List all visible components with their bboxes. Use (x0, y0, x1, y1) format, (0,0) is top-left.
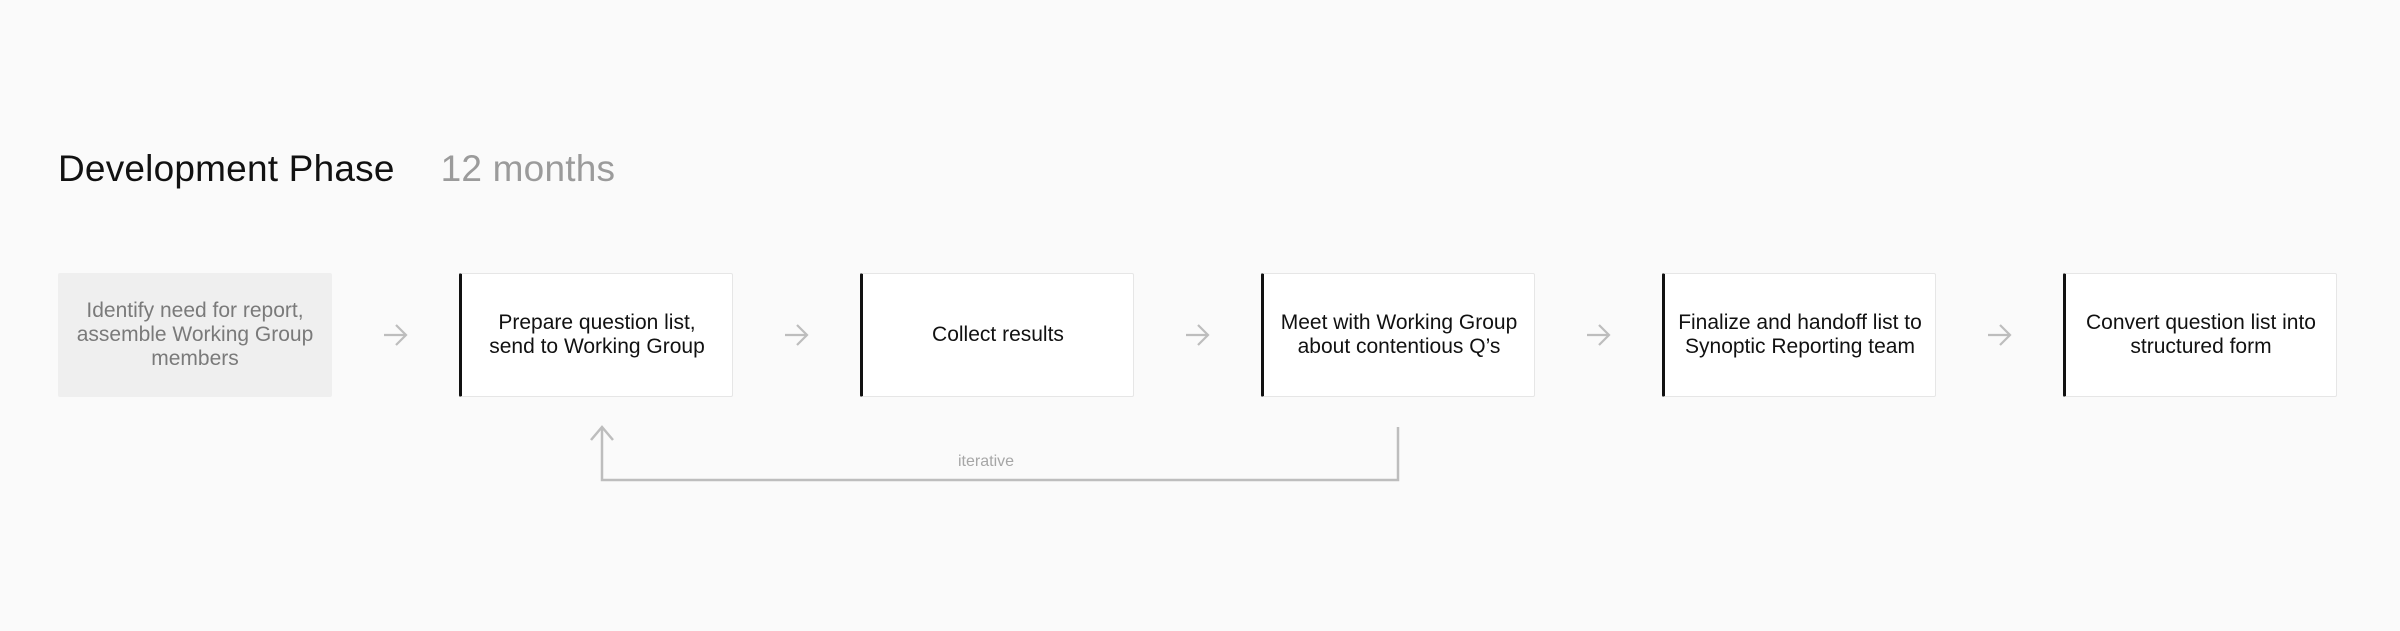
phase-duration: 12 months (440, 148, 616, 189)
step-finalize-handoff: Finalize and handoff list to Synoptic Re… (1662, 273, 1936, 397)
step-convert-structured-form: Convert question list into structured fo… (2063, 273, 2337, 397)
step-label: Meet with Working Group about contentiou… (1280, 311, 1518, 358)
arrow-right-icon (1186, 324, 1210, 346)
step-label: Finalize and handoff list to Synoptic Re… (1678, 311, 1922, 358)
phase-title: Development Phase (58, 148, 395, 189)
arrow-up-icon (590, 425, 614, 441)
arrow-right-icon (1587, 324, 1611, 346)
phase-header: Development Phase 12 months (58, 148, 615, 190)
arrow-right-icon (1988, 324, 2012, 346)
arrow-right-icon (785, 324, 809, 346)
step-prepare-question-list: Prepare question list, send to Working G… (459, 273, 733, 397)
step-label: Identify need for report, assemble Worki… (76, 299, 314, 370)
step-identify-need: Identify need for report, assemble Worki… (58, 273, 332, 397)
iterative-loop-connector (590, 425, 1400, 482)
iterative-label: iterative (958, 453, 1015, 470)
step-meet-working-group: Meet with Working Group about contentiou… (1261, 273, 1535, 397)
step-label: Collect results (932, 323, 1064, 346)
step-label: Prepare question list, send to Working G… (489, 311, 705, 358)
step-label: Convert question list into structured fo… (2086, 311, 2316, 358)
step-collect-results: Collect results (860, 273, 1134, 397)
arrow-right-icon (384, 324, 408, 346)
